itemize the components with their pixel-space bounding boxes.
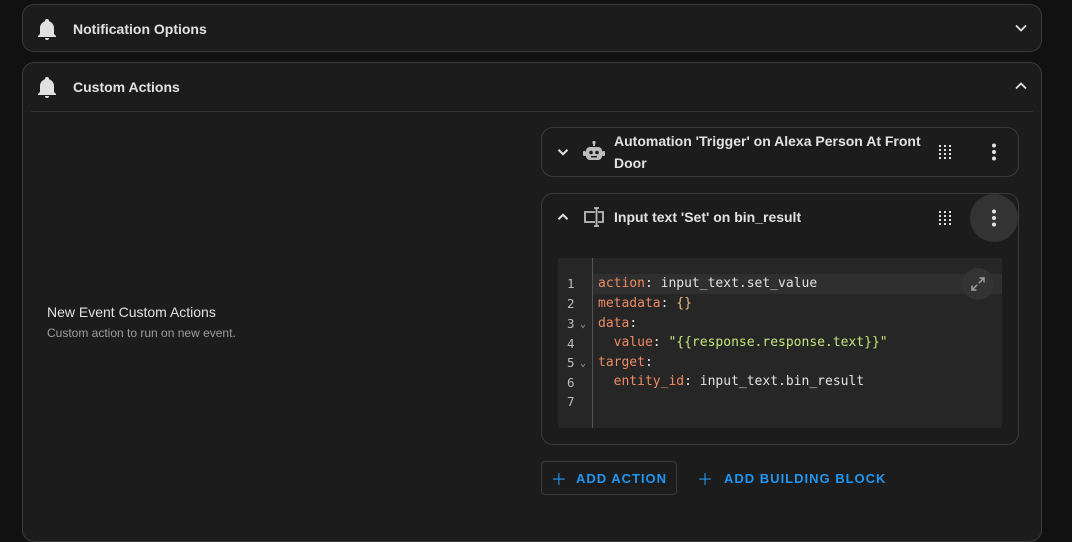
code-line: action: input_text.set_value <box>598 276 818 291</box>
yaml-key: value <box>613 335 653 350</box>
fold-chevron-icon[interactable]: ⌄ <box>580 319 586 330</box>
code-line: metadata: {} <box>598 296 692 311</box>
line-number-gutter: 1 2 3 ⌄ 4 5 ⌄ 6 7 <box>558 258 593 428</box>
input-text-icon <box>584 207 604 227</box>
more-vertical-icon <box>992 143 996 161</box>
line-number: 5 <box>567 355 575 370</box>
line-number: 2 <box>567 296 575 311</box>
action-card-input-text[interactable]: Input text 'Set' on bin_result 1 2 3 ⌄ 4… <box>541 193 1019 445</box>
fold-chevron-icon[interactable]: ⌄ <box>580 358 586 369</box>
drag-handle-icon[interactable] <box>938 144 952 160</box>
code-line: value: "{{response.response.text}}" <box>613 335 888 350</box>
more-vertical-icon <box>992 209 996 227</box>
add-building-block-button[interactable]: ＋ ADD BUILDING BLOCK <box>687 461 896 495</box>
yaml-value: input_text.set_value <box>660 276 818 291</box>
yaml-value: input_text.bin_result <box>699 374 865 389</box>
line-number: 1 <box>567 276 575 291</box>
custom-actions-panel: Custom Actions New Event Custom Actions … <box>22 62 1042 542</box>
line-number: 4 <box>567 336 575 351</box>
add-action-button[interactable]: ＋ ADD ACTION <box>541 461 677 495</box>
panel-divider <box>31 111 1033 112</box>
yaml-key: entity_id <box>613 374 685 389</box>
code-line: entity_id: input_text.bin_result <box>613 374 865 389</box>
chevron-down-icon[interactable] <box>1011 18 1031 38</box>
robot-icon <box>583 140 605 160</box>
drag-handle-icon[interactable] <box>938 210 952 226</box>
action-title: Input text 'Set' on bin_result <box>614 209 802 225</box>
notification-options-panel: Notification Options <box>22 4 1042 52</box>
notification-options-title: Notification Options <box>73 21 207 37</box>
yaml-value: {} <box>676 296 692 311</box>
more-options-button[interactable] <box>970 194 1018 242</box>
custom-actions-header[interactable]: Custom Actions <box>23 63 1041 111</box>
action-card-automation[interactable]: Automation 'Trigger' on Alexa Person At … <box>541 127 1019 177</box>
yaml-code-editor[interactable]: 1 2 3 ⌄ 4 5 ⌄ 6 7 action: input_text.set… <box>558 258 1002 428</box>
line-number: 6 <box>567 375 575 390</box>
bell-icon <box>38 19 56 40</box>
yaml-string-value: "{{response.response.text}}" <box>668 335 888 350</box>
fullscreen-button[interactable] <box>962 268 994 300</box>
action-title: Automation 'Trigger' on Alexa Person At … <box>614 133 921 171</box>
custom-actions-title: Custom Actions <box>73 79 180 95</box>
yaml-key: action <box>598 276 645 291</box>
chevron-down-icon[interactable] <box>554 143 572 161</box>
bell-icon <box>38 77 56 98</box>
event-custom-actions-description: Custom action to run on new event. <box>47 326 236 340</box>
code-line: target: <box>598 355 653 370</box>
event-custom-actions-label: New Event Custom Actions <box>47 304 216 320</box>
chevron-up-icon[interactable] <box>554 208 572 226</box>
code-line: data: <box>598 316 638 331</box>
plus-icon: ＋ <box>697 472 715 489</box>
expand-icon <box>971 277 985 291</box>
yaml-key: data <box>598 316 630 331</box>
chevron-up-icon[interactable] <box>1011 76 1031 96</box>
add-building-block-label: ADD BUILDING BLOCK <box>724 470 887 486</box>
notification-options-header[interactable]: Notification Options <box>23 5 1041 53</box>
yaml-key: target <box>598 355 645 370</box>
line-number: 3 <box>567 316 575 331</box>
more-options-button[interactable] <box>970 128 1018 176</box>
yaml-key: metadata <box>598 296 661 311</box>
add-action-label: ADD ACTION <box>575 470 668 486</box>
line-number: 7 <box>567 394 575 409</box>
plus-icon: ＋ <box>550 472 568 489</box>
